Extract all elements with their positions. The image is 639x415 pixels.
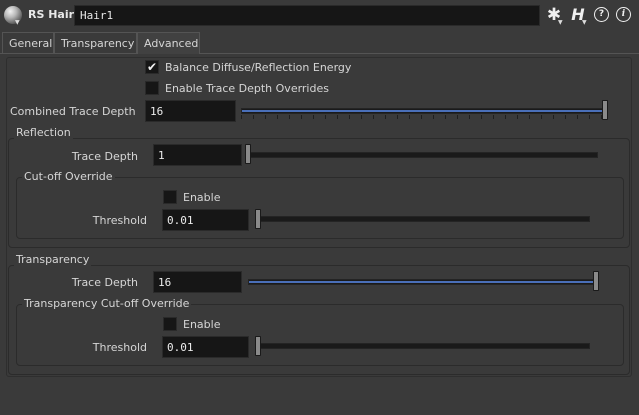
transparency-cutoff-enable-label: Enable	[183, 318, 221, 331]
cutoff-threshold-handle[interactable]	[255, 209, 261, 229]
gear-menu-caret-icon[interactable]: ▼	[558, 19, 563, 26]
slider-tick	[301, 115, 302, 119]
slider-tick	[397, 115, 398, 119]
slider-tick	[337, 115, 338, 119]
tab-divider	[0, 53, 639, 54]
transparency-threshold-slider[interactable]	[257, 343, 590, 349]
slider-tick	[313, 115, 314, 119]
slider-tick	[601, 115, 602, 119]
slider-tick	[577, 115, 578, 119]
slider-tick	[265, 115, 266, 119]
slider-tick	[481, 115, 482, 119]
reflection-trace-depth-field[interactable]: 1	[153, 144, 242, 166]
cutoff-enable-checkbox[interactable]	[163, 190, 177, 204]
transparency-cutoff-group	[16, 304, 624, 366]
slider-tick	[385, 115, 386, 119]
tab-transparency[interactable]: Transparency	[54, 32, 137, 53]
slider-tick	[361, 115, 362, 119]
node-menu-caret-icon[interactable]: ▼	[15, 19, 20, 26]
info-icon[interactable]: i	[616, 7, 631, 22]
transparency-threshold-field[interactable]: 0.01	[162, 336, 249, 358]
slider-tick	[289, 115, 290, 119]
slider-tick	[241, 115, 242, 119]
slider-tick	[565, 115, 566, 119]
transparency-group-title: Transparency	[14, 253, 92, 266]
slider-tick	[373, 115, 374, 119]
slider-tick	[469, 115, 470, 119]
cutoff-enable-label: Enable	[183, 191, 221, 204]
slider-tick	[253, 115, 254, 119]
transparency-trace-depth-slider[interactable]	[248, 279, 598, 285]
slider-tick	[325, 115, 326, 119]
node-type-label: RS Hair	[28, 8, 75, 21]
slider-tick	[517, 115, 518, 119]
transparency-cutoff-title: Transparency Cut-off Override	[22, 297, 192, 310]
cutoff-override-title: Cut-off Override	[22, 170, 115, 183]
transparency-threshold-handle[interactable]	[255, 336, 261, 356]
slider-tick	[529, 115, 530, 119]
combined-trace-depth-label: Combined Trace Depth	[10, 105, 136, 118]
transparency-slider-handle[interactable]	[593, 271, 599, 291]
slider-tick	[433, 115, 434, 119]
slider-tick	[409, 115, 410, 119]
tab-general[interactable]: General	[2, 32, 54, 53]
slider-tick	[421, 115, 422, 119]
balance-energy-checkbox[interactable]: ✔	[145, 60, 159, 74]
transparency-threshold-label: Threshold	[92, 341, 147, 354]
reflection-trace-depth-label: Trace Depth	[71, 150, 138, 163]
transparency-cutoff-enable-checkbox[interactable]	[163, 317, 177, 331]
slider-tick	[445, 115, 446, 119]
tab-advanced[interactable]: Advanced	[137, 32, 200, 54]
slider-tick	[541, 115, 542, 119]
reflection-slider-handle[interactable]	[245, 144, 251, 164]
slider-tick	[277, 115, 278, 119]
reflection-group-title: Reflection	[14, 126, 73, 139]
help-icon[interactable]: ?	[594, 7, 609, 22]
cutoff-threshold-slider[interactable]	[257, 216, 590, 222]
balance-energy-label: Balance Diffuse/Reflection Energy	[165, 61, 352, 74]
slider-tick	[505, 115, 506, 119]
combined-slider-fill	[242, 110, 606, 112]
transparency-trace-depth-label: Trace Depth	[71, 276, 138, 289]
cutoff-threshold-label: Threshold	[92, 214, 147, 227]
transparency-slider-fill	[249, 281, 597, 283]
reflection-trace-depth-slider[interactable]	[248, 152, 598, 158]
combined-trace-depth-field[interactable]: 16	[145, 100, 236, 122]
combined-slider-ticks	[241, 115, 607, 119]
enable-overrides-label: Enable Trace Depth Overrides	[165, 82, 329, 95]
combined-trace-depth-slider[interactable]	[241, 108, 607, 114]
slider-tick	[493, 115, 494, 119]
slider-tick	[457, 115, 458, 119]
slider-tick	[349, 115, 350, 119]
cutoff-threshold-field[interactable]: 0.01	[162, 209, 249, 231]
slider-tick	[589, 115, 590, 119]
houdini-menu-caret-icon[interactable]: ▼	[582, 19, 587, 26]
cutoff-override-group	[16, 177, 624, 239]
slider-tick	[553, 115, 554, 119]
transparency-trace-depth-field[interactable]: 16	[153, 271, 242, 293]
enable-overrides-checkbox[interactable]	[145, 81, 159, 95]
node-name-field[interactable]: Hair1	[74, 5, 540, 26]
